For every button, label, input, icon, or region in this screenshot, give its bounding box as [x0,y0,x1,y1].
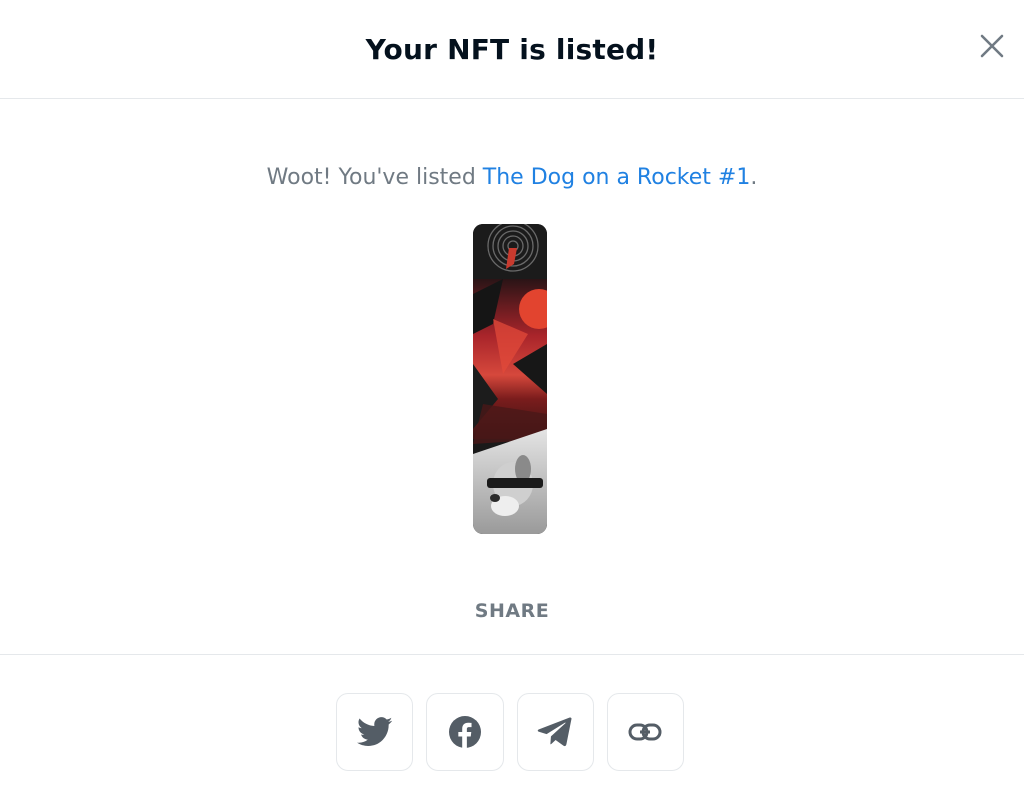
modal-title: Your NFT is listed! [365,32,659,66]
copy-link-button[interactable] [606,693,684,771]
share-twitter-button[interactable] [336,693,414,771]
nft-link[interactable]: The Dog on a Rocket #1 [483,165,751,190]
close-icon [980,34,1004,58]
link-icon [628,723,662,741]
divider [0,654,1024,655]
close-button[interactable] [974,28,1010,64]
message-prefix: Woot! You've listed [266,165,483,190]
telegram-icon [537,717,572,747]
nft-image[interactable] [473,224,547,534]
modal-header: Your NFT is listed! [0,0,1024,99]
share-telegram-button[interactable] [516,693,594,771]
listing-message: Woot! You've listed The Dog on a Rocket … [0,165,1024,190]
twitter-icon [356,717,393,746]
message-suffix: . [750,165,758,190]
facebook-icon [448,716,481,748]
share-label: SHARE [474,600,550,622]
share-facebook-button[interactable] [426,693,504,771]
share-buttons [336,693,684,771]
